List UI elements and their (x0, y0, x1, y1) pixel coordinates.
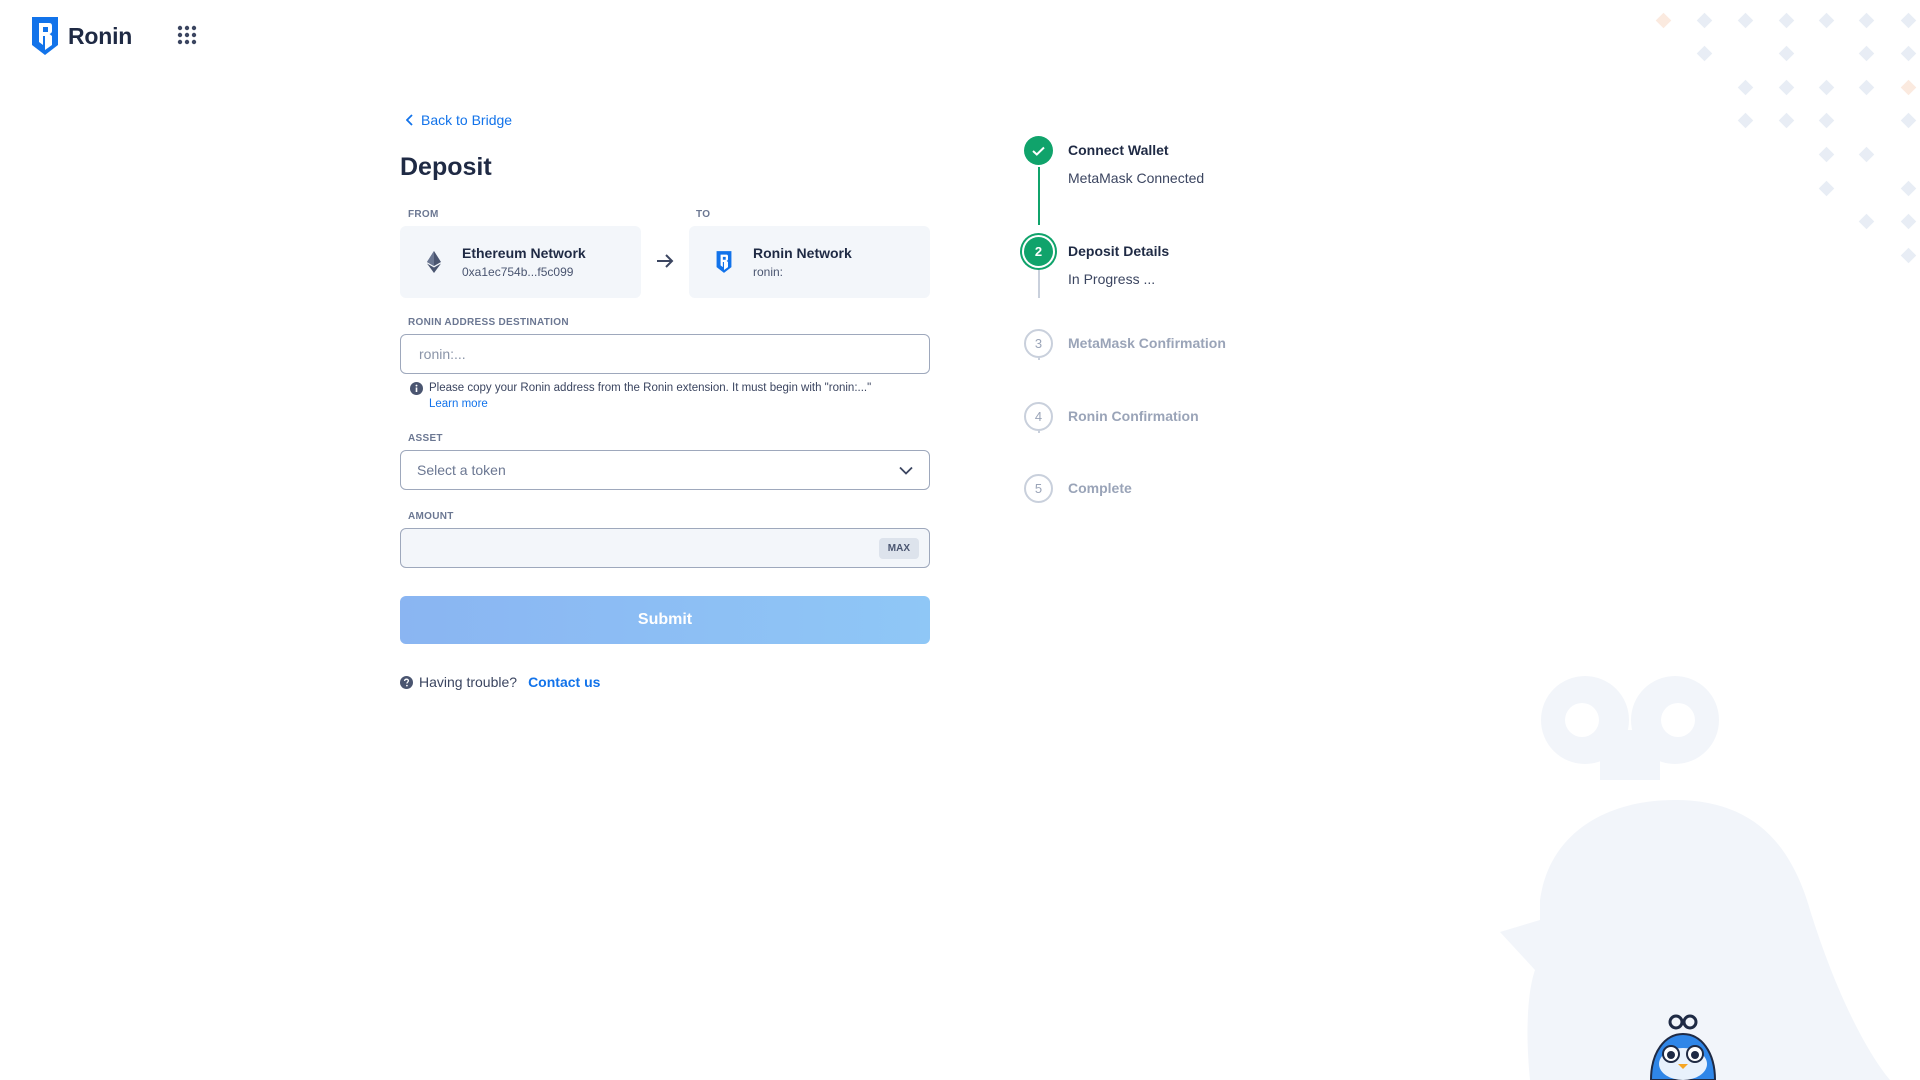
decorative-dot (1818, 79, 1835, 96)
decorative-dot (1858, 213, 1875, 230)
help-row: Having trouble? Contact us (400, 674, 930, 690)
decorative-dot (1737, 12, 1754, 29)
decorative-dot (1858, 79, 1875, 96)
decorative-dot (1900, 45, 1917, 62)
amount-label: AMOUNT (408, 511, 454, 522)
step-number: 4 (1024, 402, 1053, 431)
destination-label: RONIN ADDRESS DESTINATION (408, 317, 569, 328)
amount-input[interactable] (417, 539, 879, 557)
decorative-dot (1900, 213, 1917, 230)
mascot-small-icon (1649, 1014, 1717, 1080)
step-number: 5 (1024, 474, 1053, 503)
decorative-dot (1737, 112, 1754, 129)
question-icon (400, 675, 413, 689)
arrow-right-icon (657, 254, 674, 268)
network-selector: FROM TO Ethereum Network 0xa1ec754b...f5… (400, 209, 930, 299)
progress-stepper: Connect Wallet MetaMask Connected 2 Depo… (1024, 136, 1284, 516)
decorative-dot (1818, 146, 1835, 163)
decorative-dot (1858, 12, 1875, 29)
decorative-dot (1696, 12, 1713, 29)
header: Ronin (30, 15, 132, 57)
step-ronin-confirmation: 4 Ronin Confirmation (1024, 402, 1199, 431)
step-connect-wallet: Connect Wallet MetaMask Connected (1024, 136, 1204, 186)
decorative-dot (1696, 45, 1713, 62)
amount-field[interactable]: MAX (400, 528, 930, 568)
from-network-name: Ethereum Network (462, 245, 586, 261)
decorative-dot (1900, 12, 1917, 29)
ethereum-icon (427, 251, 441, 273)
decorative-dot (1778, 79, 1795, 96)
decorative-dot (1900, 112, 1917, 129)
asset-select-value: Select a token (417, 462, 506, 478)
decorative-dot (1655, 12, 1672, 29)
destination-hint: Please copy your Ronin address from the … (410, 380, 930, 412)
step-title: Ronin Confirmation (1068, 408, 1199, 424)
page: Ronin Back to Bridge Deposit FROM TO Eth… (0, 0, 1920, 1080)
app-name: Ronin (68, 22, 133, 49)
step-subtitle: MetaMask Connected (1068, 170, 1205, 186)
decorative-dot (1737, 79, 1754, 96)
learn-more-link[interactable]: Learn more (429, 398, 488, 410)
decorative-dot (1818, 180, 1835, 197)
page-title: Deposit (400, 153, 492, 181)
step-number: 3 (1024, 329, 1053, 358)
checkmark-icon (1032, 146, 1045, 156)
deposit-form: Back to Bridge Deposit FROM TO Ethereum … (400, 112, 930, 690)
decorative-dot (1778, 45, 1795, 62)
decorative-dot (1778, 112, 1795, 129)
back-link-label: Back to Bridge (421, 112, 513, 128)
chevron-left-icon (406, 114, 413, 126)
decorative-dot (1858, 146, 1875, 163)
to-network-address: ronin: (753, 265, 784, 279)
hint-text: Please copy your Ronin address from the … (429, 382, 872, 394)
step-subtitle: In Progress ... (1068, 271, 1156, 287)
submit-button[interactable]: Submit (400, 596, 930, 644)
decorative-dot (1900, 79, 1917, 96)
step-title: MetaMask Confirmation (1068, 335, 1226, 351)
decorative-dot (1900, 180, 1917, 197)
chevron-down-icon (899, 466, 913, 475)
ronin-address-input[interactable] (417, 345, 913, 363)
step-title: Connect Wallet (1068, 142, 1169, 158)
grid-dots-icon[interactable] (177, 25, 197, 45)
max-button[interactable]: MAX (878, 537, 919, 559)
destination-field[interactable] (400, 334, 930, 374)
info-icon (410, 382, 423, 395)
decorative-dot (1818, 12, 1835, 29)
step-complete-indicator (1024, 136, 1053, 165)
decorative-dot (1900, 247, 1917, 264)
asset-select[interactable]: Select a token (400, 450, 930, 490)
decorative-dot (1858, 45, 1875, 62)
trouble-text: Having trouble? (419, 674, 518, 690)
step-title: Complete (1068, 480, 1132, 496)
to-network-card: Ronin Network ronin: (689, 226, 930, 298)
step-deposit-details: 2 Deposit Details In Progress ... (1024, 237, 1169, 287)
step-metamask-confirmation: 3 MetaMask Confirmation (1024, 329, 1226, 358)
decorative-dot (1778, 12, 1795, 29)
contact-us-link[interactable]: Contact us (528, 674, 600, 690)
ronin-shield-icon (32, 17, 58, 55)
from-network-address: 0xa1ec754b...f5c099 (462, 265, 574, 279)
to-network-name: Ronin Network (753, 245, 852, 261)
from-label: FROM (408, 209, 439, 220)
decorative-dot (1818, 112, 1835, 129)
logo[interactable]: Ronin (30, 15, 132, 57)
from-network-card: Ethereum Network 0xa1ec754b...f5c099 (400, 226, 641, 298)
asset-label: ASSET (408, 433, 443, 444)
back-to-bridge-link[interactable]: Back to Bridge (406, 112, 512, 128)
ronin-shield-icon (716, 251, 732, 273)
step-number: 2 (1024, 237, 1053, 266)
to-label: TO (696, 209, 711, 220)
step-complete: 5 Complete (1024, 474, 1132, 503)
step-title: Deposit Details (1068, 243, 1170, 259)
